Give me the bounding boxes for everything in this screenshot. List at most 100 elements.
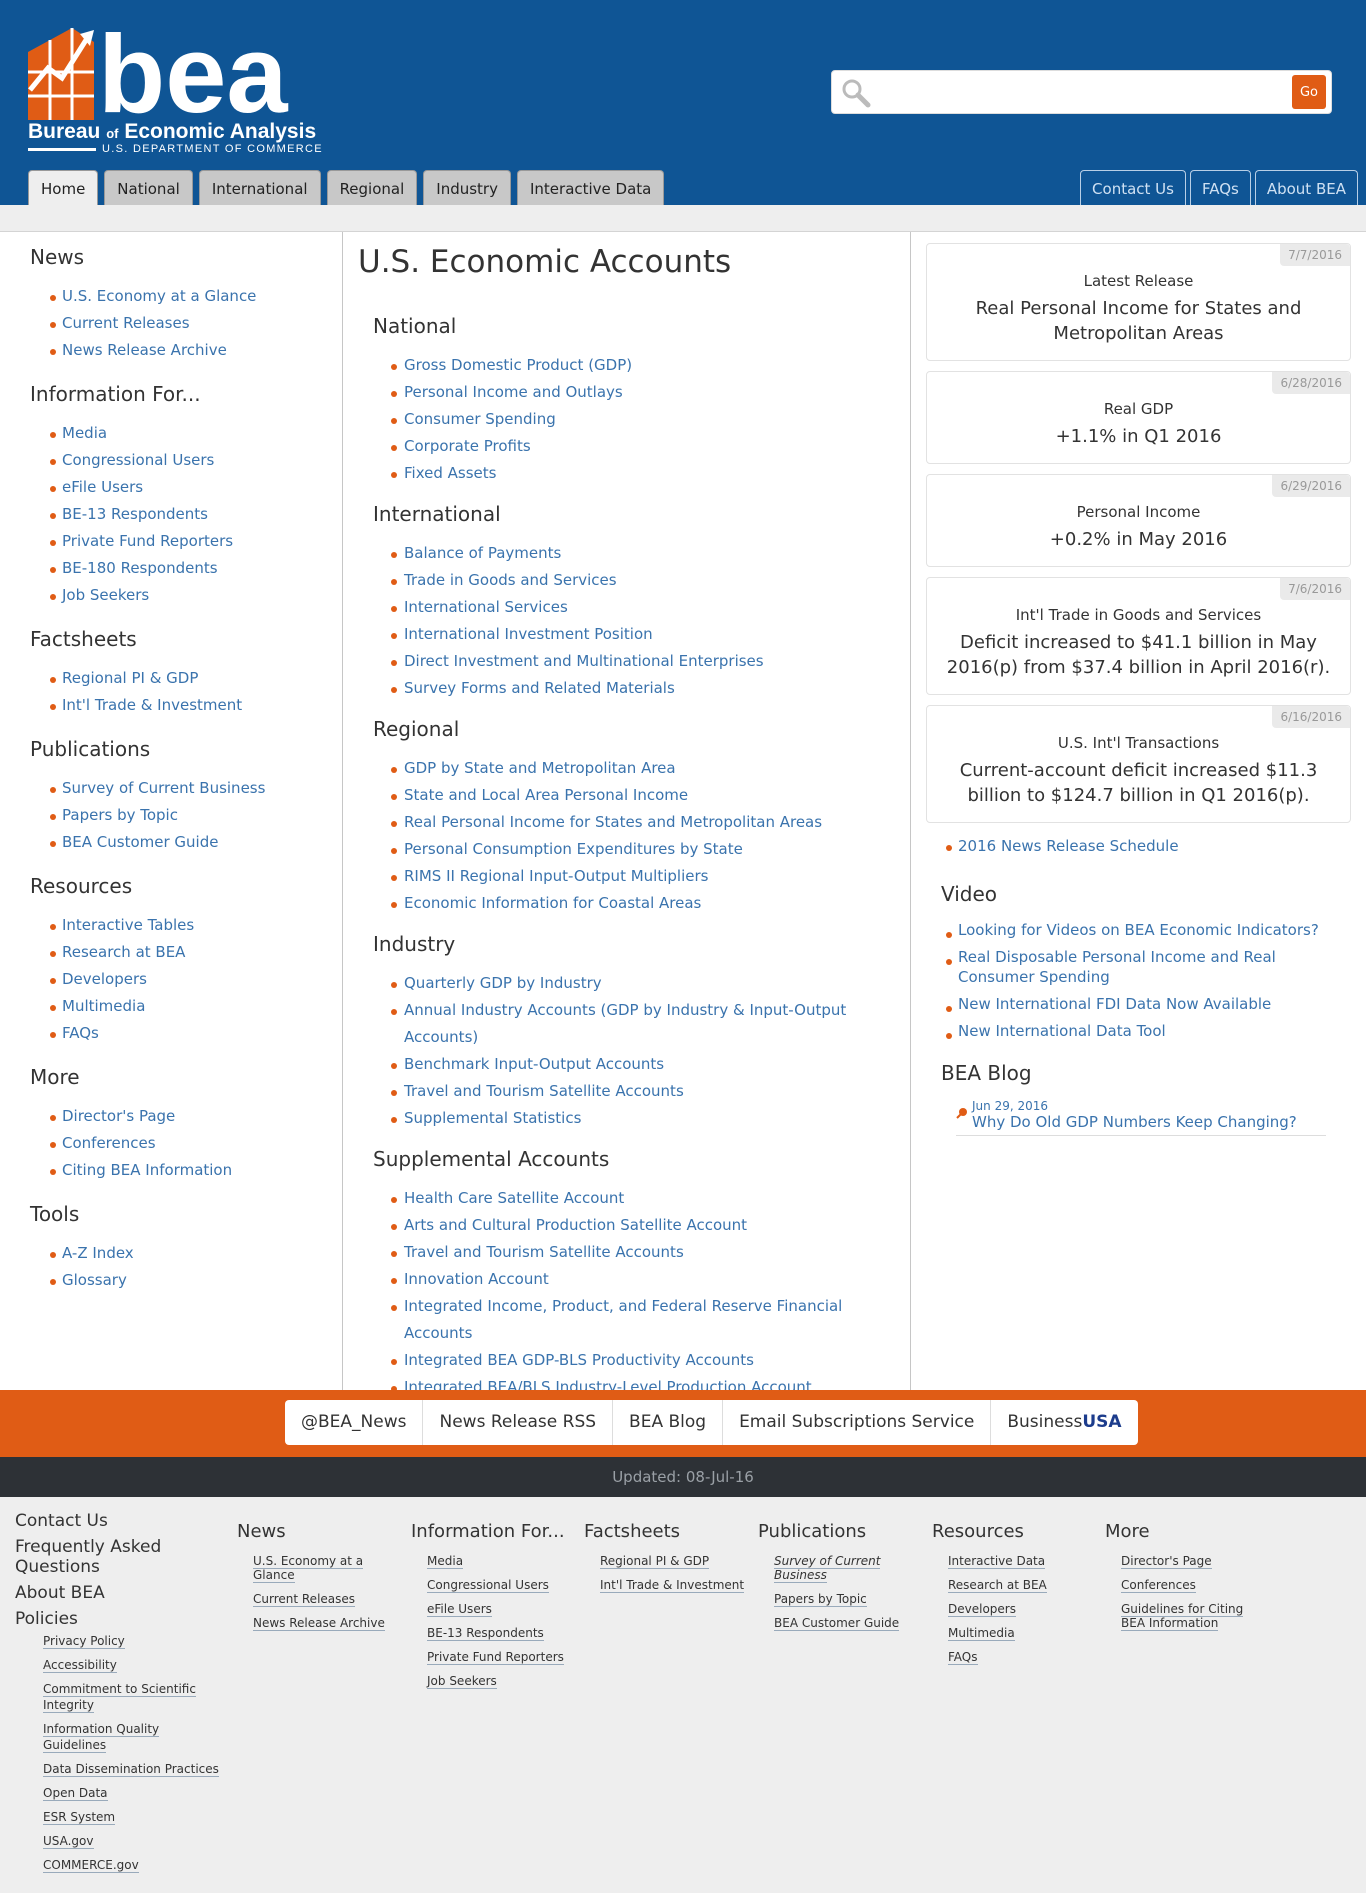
sidebar-link-papers-by-topic[interactable]: Papers by Topic <box>62 806 178 824</box>
sidebar-link-efile-users[interactable]: eFile Users <box>62 478 143 496</box>
account-link-international-services[interactable]: International Services <box>404 598 568 616</box>
account-link-gross-domestic-product-gdp[interactable]: Gross Domestic Product (GDP) <box>404 356 632 374</box>
policy-link-usa-gov[interactable]: USA.gov <box>43 1834 94 1849</box>
sidebar-link-bea-customer-guide[interactable]: BEA Customer Guide <box>62 833 218 851</box>
account-link-survey-forms-and-related-materials[interactable]: Survey Forms and Related Materials <box>404 679 675 697</box>
footer-link-u-s-economy-at-a-glance[interactable]: U.S. Economy at a Glance <box>253 1554 364 1583</box>
sidebar-link-glossary[interactable]: Glossary <box>62 1271 127 1289</box>
account-link-corporate-profits[interactable]: Corporate Profits <box>404 437 531 455</box>
tab-regional[interactable]: Regional <box>326 170 418 205</box>
sidebar-link-regional-pi-gdp[interactable]: Regional PI & GDP <box>62 669 198 687</box>
account-link-annual-industry-accounts-gdp-by-industry-input-output-accounts[interactable]: Annual Industry Accounts (GDP by Industr… <box>404 1001 846 1046</box>
footer-contact-us[interactable]: Contact Us <box>15 1511 225 1531</box>
policy-link-commerce-gov[interactable]: COMMERCE.gov <box>43 1858 139 1873</box>
news-release-rss-link[interactable]: News Release RSS <box>423 1400 614 1445</box>
tab-international[interactable]: International <box>198 170 321 205</box>
sidebar-link-media[interactable]: Media <box>62 424 107 442</box>
footer-link-private-fund-reporters[interactable]: Private Fund Reporters <box>427 1650 564 1665</box>
tab-interactive-data[interactable]: Interactive Data <box>516 170 665 205</box>
video-link[interactable]: New International FDI Data Now Available <box>958 995 1271 1013</box>
sidebar-link-citing-bea-information[interactable]: Citing BEA Information <box>62 1161 232 1179</box>
footer-link-conferences[interactable]: Conferences <box>1121 1578 1196 1593</box>
sidebar-link-survey-of-current-business[interactable]: Survey of Current Business <box>62 779 265 797</box>
policy-link-data-dissemination-practices[interactable]: Data Dissemination Practices <box>43 1762 219 1777</box>
account-link-supplemental-statistics[interactable]: Supplemental Statistics <box>404 1109 581 1127</box>
account-link-state-and-local-area-personal-income[interactable]: State and Local Area Personal Income <box>404 786 688 804</box>
schedule-link[interactable]: 2016 News Release Schedule <box>958 837 1179 855</box>
tab-home[interactable]: Home <box>28 170 99 205</box>
account-link-consumer-spending[interactable]: Consumer Spending <box>404 410 556 428</box>
bea-logo[interactable]: bea Bureau of Economic Analysis U.S. DEP… <box>28 13 322 156</box>
footer-link-efile-users[interactable]: eFile Users <box>427 1602 492 1617</box>
account-link-international-investment-position[interactable]: International Investment Position <box>404 625 653 643</box>
account-link-travel-and-tourism-satellite-accounts[interactable]: Travel and Tourism Satellite Accounts <box>404 1082 684 1100</box>
account-link-arts-and-cultural-production-satellite-account[interactable]: Arts and Cultural Production Satellite A… <box>404 1216 747 1234</box>
sidebar-link-faqs[interactable]: FAQs <box>62 1024 99 1042</box>
sidebar-link-congressional-users[interactable]: Congressional Users <box>62 451 214 469</box>
policy-link-privacy-policy[interactable]: Privacy Policy <box>43 1634 125 1649</box>
sidebar-link-be-180-respondents[interactable]: BE-180 Respondents <box>62 559 218 577</box>
sidebar-link-job-seekers[interactable]: Job Seekers <box>62 586 149 604</box>
footer-link-multimedia[interactable]: Multimedia <box>948 1626 1015 1641</box>
sidebar-link-news-release-archive[interactable]: News Release Archive <box>62 341 227 359</box>
tab-contact-us[interactable]: Contact Us <box>1080 170 1186 205</box>
footer-link-survey-of-current-business[interactable]: Survey of Current Business <box>774 1554 881 1583</box>
release-card[interactable]: 6/16/2016 U.S. Int'l Transactions Current-… <box>926 705 1351 823</box>
release-card[interactable]: 6/29/2016 Personal Income +0.2% in May 201… <box>926 474 1351 567</box>
footer-link-interactive-data[interactable]: Interactive Data <box>948 1554 1046 1569</box>
account-link-balance-of-payments[interactable]: Balance of Payments <box>404 544 561 562</box>
footer-link-media[interactable]: Media <box>427 1554 464 1569</box>
sidebar-link-private-fund-reporters[interactable]: Private Fund Reporters <box>62 532 233 550</box>
sidebar-link-developers[interactable]: Developers <box>62 970 147 988</box>
account-link-integrated-bea-gdp-bls-productivity-accounts[interactable]: Integrated BEA GDP-BLS Productivity Acco… <box>404 1351 754 1369</box>
footer-link-faqs[interactable]: FAQs <box>948 1650 978 1665</box>
video-link[interactable]: Looking for Videos on BEA Economic Indic… <box>958 921 1319 939</box>
release-card[interactable]: 7/7/2016 Latest Release Real Personal Inco… <box>926 243 1351 361</box>
bea-blog-link[interactable]: BEA Blog <box>613 1400 724 1445</box>
policy-link-esr-system[interactable]: ESR System <box>43 1810 116 1825</box>
footer-link-be-13-respondents[interactable]: BE-13 Respondents <box>427 1626 544 1641</box>
footer-faqs[interactable]: Frequently Asked Questions <box>15 1537 165 1577</box>
sidebar-link-interactive-tables[interactable]: Interactive Tables <box>62 916 194 934</box>
search-input[interactable] <box>876 75 1276 109</box>
video-link[interactable]: Real Disposable Personal Income and Real… <box>958 948 1276 986</box>
account-link-economic-information-for-coastal-areas[interactable]: Economic Information for Coastal Areas <box>404 894 701 912</box>
footer-link-director-s-page[interactable]: Director's Page <box>1121 1554 1212 1569</box>
account-link-real-personal-income-for-states-and-metropolitan-areas[interactable]: Real Personal Income for States and Metr… <box>404 813 822 831</box>
policy-link-open-data[interactable]: Open Data <box>43 1786 108 1801</box>
account-link-personal-income-and-outlays[interactable]: Personal Income and Outlays <box>404 383 623 401</box>
footer-policies[interactable]: Policies <box>15 1609 225 1629</box>
footer-link-congressional-users[interactable]: Congressional Users <box>427 1578 549 1593</box>
policy-link-accessibility[interactable]: Accessibility <box>43 1658 117 1673</box>
tab-industry[interactable]: Industry <box>423 170 511 205</box>
footer-link-news-release-archive[interactable]: News Release Archive <box>253 1616 385 1631</box>
tab-about-bea[interactable]: About BEA <box>1254 170 1358 205</box>
footer-link-research-at-bea[interactable]: Research at BEA <box>948 1578 1047 1593</box>
sidebar-link-multimedia[interactable]: Multimedia <box>62 997 145 1015</box>
video-link[interactable]: New International Data Tool <box>958 1022 1166 1040</box>
sidebar-link-research-at-bea[interactable]: Research at BEA <box>62 943 185 961</box>
account-link-trade-in-goods-and-services[interactable]: Trade in Goods and Services <box>404 571 617 589</box>
footer-link-regional-pi-gdp[interactable]: Regional PI & GDP <box>600 1554 710 1569</box>
account-link-personal-consumption-expenditures-by-state[interactable]: Personal Consumption Expenditures by Sta… <box>404 840 743 858</box>
account-link-quarterly-gdp-by-industry[interactable]: Quarterly GDP by Industry <box>404 974 602 992</box>
footer-about-bea[interactable]: About BEA <box>15 1583 225 1603</box>
footer-link-job-seekers[interactable]: Job Seekers <box>427 1674 497 1689</box>
footer-link-int-l-trade-investment[interactable]: Int'l Trade & Investment <box>600 1578 745 1593</box>
sidebar-link-be-13-respondents[interactable]: BE-13 Respondents <box>62 505 208 523</box>
release-card[interactable]: 6/28/2016 Real GDP +1.1% in Q1 2016 <box>926 371 1351 464</box>
search-go-button[interactable]: Go <box>1292 75 1326 109</box>
bea-news-twitter-link[interactable]: @BEA_News <box>285 1400 424 1445</box>
release-card[interactable]: 7/6/2016 Int'l Trade in Goods and Service… <box>926 577 1351 695</box>
tab-faqs[interactable]: FAQs <box>1189 170 1251 205</box>
footer-link-papers-by-topic[interactable]: Papers by Topic <box>774 1592 867 1607</box>
tab-national[interactable]: National <box>104 170 193 205</box>
account-link-health-care-satellite-account[interactable]: Health Care Satellite Account <box>404 1189 624 1207</box>
sidebar-link-u-s-economy-at-a-glance[interactable]: U.S. Economy at a Glance <box>62 287 256 305</box>
account-link-integrated-income-product-and-federal-reserve-financial-accounts[interactable]: Integrated Income, Product, and Federal … <box>404 1297 842 1342</box>
email-subscriptions-link[interactable]: Email Subscriptions Service <box>723 1400 992 1445</box>
footer-link-bea-customer-guide[interactable]: BEA Customer Guide <box>774 1616 900 1631</box>
account-link-gdp-by-state-and-metropolitan-area[interactable]: GDP by State and Metropolitan Area <box>404 759 676 777</box>
account-link-fixed-assets[interactable]: Fixed Assets <box>404 464 496 482</box>
account-link-rims-ii-regional-input-output-multipliers[interactable]: RIMS II Regional Input-Output Multiplier… <box>404 867 708 885</box>
